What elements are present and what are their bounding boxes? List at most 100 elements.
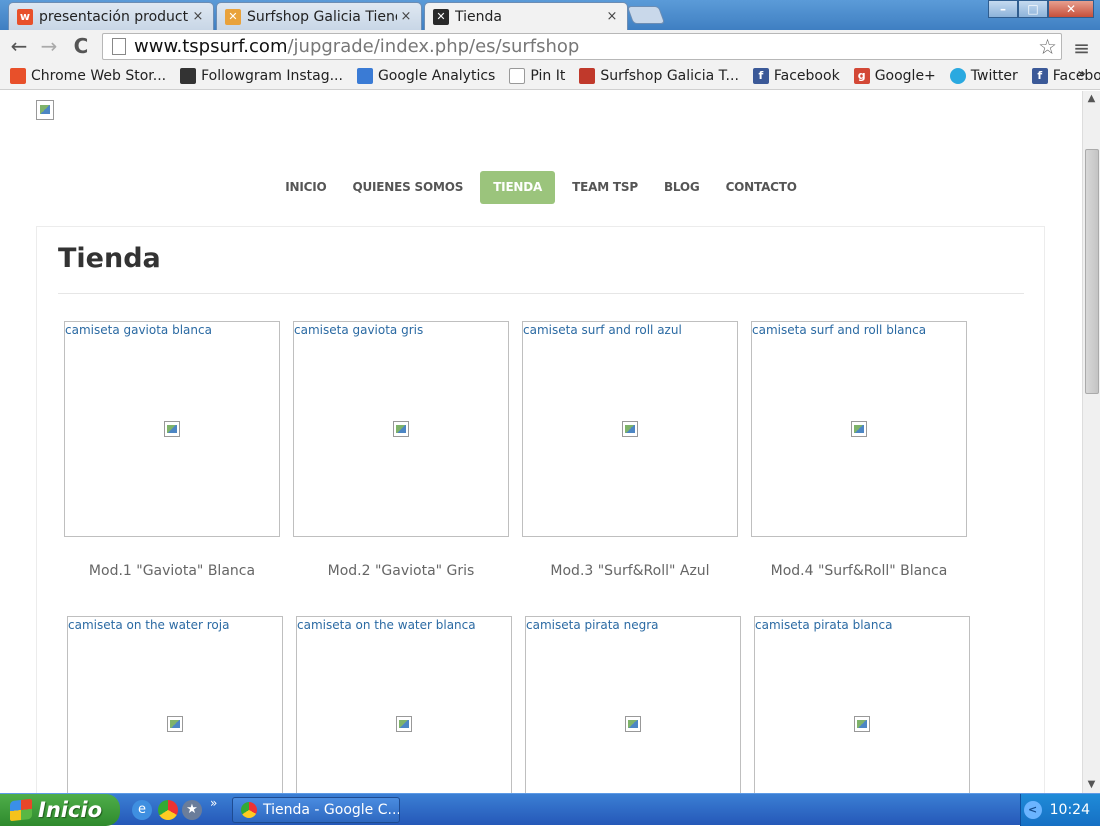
taskbar-clock[interactable]: 10:24	[1050, 802, 1090, 818]
product-card[interactable]: camiseta gaviota gris Mod.2 "Gaviota" Gr…	[293, 321, 509, 579]
tab-close-icon[interactable]: ×	[397, 9, 415, 24]
nav-item-blog[interactable]: BLOG	[651, 171, 713, 204]
product-image[interactable]: camiseta on the water roja	[67, 616, 283, 793]
product-image[interactable]: camiseta surf and roll blanca	[751, 321, 967, 537]
url-path: /jupgrade/index.php/es/surfshop	[287, 36, 580, 57]
bookmark-followgram[interactable]: Followgram Instag...	[180, 67, 343, 84]
tab-tienda[interactable]: ✕ Tienda ×	[424, 2, 628, 30]
product-caption[interactable]: Mod.1 "Gaviota" Blanca	[64, 563, 280, 579]
bookmarks-bar: Chrome Web Stor... Followgram Instag... …	[0, 62, 1100, 90]
bookmark-label: Facebook	[1052, 67, 1100, 84]
broken-image-icon	[164, 421, 180, 437]
page-icon	[112, 38, 126, 55]
bookmark-google-analytics[interactable]: Google Analytics	[356, 67, 495, 84]
tab-favicon-icon: ✕	[225, 8, 241, 25]
quicklaunch-overflow-button[interactable]: »	[210, 796, 217, 810]
close-window-button[interactable]: ✕	[1048, 0, 1094, 18]
scroll-down-arrow-icon[interactable]: ▼	[1083, 777, 1100, 793]
page-title: Tienda	[58, 243, 161, 274]
windows-taskbar: Inicio e ★ » Tienda - Google C... < 10:2…	[0, 793, 1100, 826]
broken-image-icon	[851, 421, 867, 437]
back-button[interactable]: ←	[8, 35, 30, 57]
internet-explorer-icon[interactable]: e	[132, 800, 152, 820]
bookmark-chrome-web-store[interactable]: Chrome Web Stor...	[10, 67, 167, 84]
tab-title: Surfshop Galicia Tienda	[247, 8, 397, 25]
bookmark-label: Pin It	[530, 67, 566, 84]
page-viewport: INICIO QUIENES SOMOS TIENDA TEAM TSP BLO…	[0, 91, 1082, 793]
product-card[interactable]: camiseta on the water blanca	[296, 616, 512, 793]
bookmark-label: Twitter	[970, 67, 1018, 84]
tab-favicon-icon: ✕	[433, 8, 449, 25]
minimize-button[interactable]: –	[988, 0, 1018, 18]
bookmark-twitter[interactable]: Twitter	[949, 67, 1018, 84]
product-card[interactable]: camiseta surf and roll blanca Mod.4 "Sur…	[751, 321, 967, 579]
maximize-button[interactable]: □	[1018, 0, 1048, 18]
product-card[interactable]: camiseta pirata negra	[525, 616, 741, 793]
nav-item-contacto[interactable]: CONTACTO	[713, 171, 810, 204]
start-button[interactable]: Inicio	[0, 794, 120, 826]
broken-image-icon	[625, 716, 641, 732]
product-image[interactable]: camiseta gaviota blanca	[64, 321, 280, 537]
followgram-icon	[180, 67, 197, 84]
bookmark-facebook[interactable]: f Facebook	[752, 67, 840, 84]
product-image[interactable]: camiseta gaviota gris	[293, 321, 509, 537]
bookmark-label: Google+	[874, 67, 936, 84]
nav-item-tienda[interactable]: TIENDA	[480, 171, 556, 204]
tab-surfshop-galicia[interactable]: ✕ Surfshop Galicia Tienda ×	[216, 2, 422, 30]
product-image-alt-text: camiseta surf and roll azul	[523, 323, 682, 337]
product-card[interactable]: camiseta on the water roja	[67, 616, 283, 793]
product-caption[interactable]: Mod.2 "Gaviota" Gris	[293, 563, 509, 579]
product-card[interactable]: camiseta pirata blanca	[754, 616, 970, 793]
product-image[interactable]: camiseta on the water blanca	[296, 616, 512, 793]
scroll-up-arrow-icon[interactable]: ▲	[1083, 91, 1100, 107]
title-divider	[58, 293, 1024, 294]
chrome-icon[interactable]	[158, 800, 178, 820]
product-image[interactable]: camiseta surf and roll azul	[522, 321, 738, 537]
scrollbar-thumb[interactable]	[1085, 149, 1099, 394]
bookmark-label: Chrome Web Stor...	[31, 67, 167, 84]
reload-button[interactable]: C	[70, 35, 92, 57]
nav-item-team-tsp[interactable]: TEAM TSP	[559, 171, 651, 204]
tab-presentacion-productos[interactable]: w presentación productos ×	[8, 2, 214, 30]
facebook-icon: f	[1031, 67, 1048, 84]
tray-expand-icon[interactable]: <	[1023, 801, 1042, 819]
bookmark-star-icon[interactable]: ☆	[1038, 35, 1057, 59]
browser-toolbar: ← → C www.tspsurf.com /jupgrade/index.ph…	[0, 30, 1100, 62]
broken-image-icon	[167, 716, 183, 732]
twitter-icon	[949, 67, 966, 84]
tab-close-icon[interactable]: ×	[603, 9, 621, 24]
product-card[interactable]: camiseta surf and roll azul Mod.3 "Surf&…	[522, 321, 738, 579]
forward-button[interactable]: →	[38, 35, 60, 57]
tab-close-icon[interactable]: ×	[189, 9, 207, 24]
nav-item-inicio[interactable]: INICIO	[272, 171, 339, 204]
product-image[interactable]: camiseta pirata negra	[525, 616, 741, 793]
bookmark-facebook-2[interactable]: f Facebook	[1031, 67, 1100, 84]
site-logo-broken-image-icon[interactable]	[36, 100, 54, 120]
surfshop-icon	[579, 67, 596, 84]
nav-item-quienes-somos[interactable]: QUIENES SOMOS	[339, 171, 476, 204]
bookmark-pin-it[interactable]: Pin It	[509, 67, 566, 84]
taskbar-item-chrome-tienda[interactable]: Tienda - Google C...	[232, 797, 400, 823]
product-caption[interactable]: Mod.3 "Surf&Roll" Azul	[522, 563, 738, 579]
bookmark-surfshop-galicia[interactable]: Surfshop Galicia T...	[579, 67, 739, 84]
product-image-alt-text: camiseta pirata negra	[526, 618, 659, 632]
url-host: www.tspsurf.com	[134, 36, 288, 57]
product-caption[interactable]: Mod.4 "Surf&Roll" Blanca	[751, 563, 967, 579]
bookmark-label: Followgram Instag...	[201, 67, 343, 84]
google-analytics-icon	[356, 67, 373, 84]
favorites-star-icon[interactable]: ★	[182, 800, 202, 820]
address-bar[interactable]: www.tspsurf.com /jupgrade/index.php/es/s…	[102, 33, 1062, 60]
product-card[interactable]: camiseta gaviota blanca Mod.1 "Gaviota" …	[64, 321, 280, 579]
new-tab-button[interactable]	[626, 6, 666, 24]
bookmark-google-plus[interactable]: g Google+	[853, 67, 936, 84]
product-image-alt-text: camiseta pirata blanca	[755, 618, 893, 632]
browser-tab-strip: w presentación productos × ✕ Surfshop Ga…	[0, 0, 1100, 30]
page-scrollbar[interactable]: ▲ ▼	[1082, 91, 1100, 793]
product-image-alt-text: camiseta gaviota gris	[294, 323, 424, 337]
bookmarks-overflow-button[interactable]: »	[1077, 66, 1086, 82]
browser-menu-icon[interactable]: ≡	[1073, 36, 1090, 60]
product-image-alt-text: camiseta on the water blanca	[297, 618, 476, 632]
product-image-alt-text: camiseta surf and roll blanca	[752, 323, 927, 337]
product-image[interactable]: camiseta pirata blanca	[754, 616, 970, 793]
bookmark-label: Surfshop Galicia T...	[600, 67, 739, 84]
